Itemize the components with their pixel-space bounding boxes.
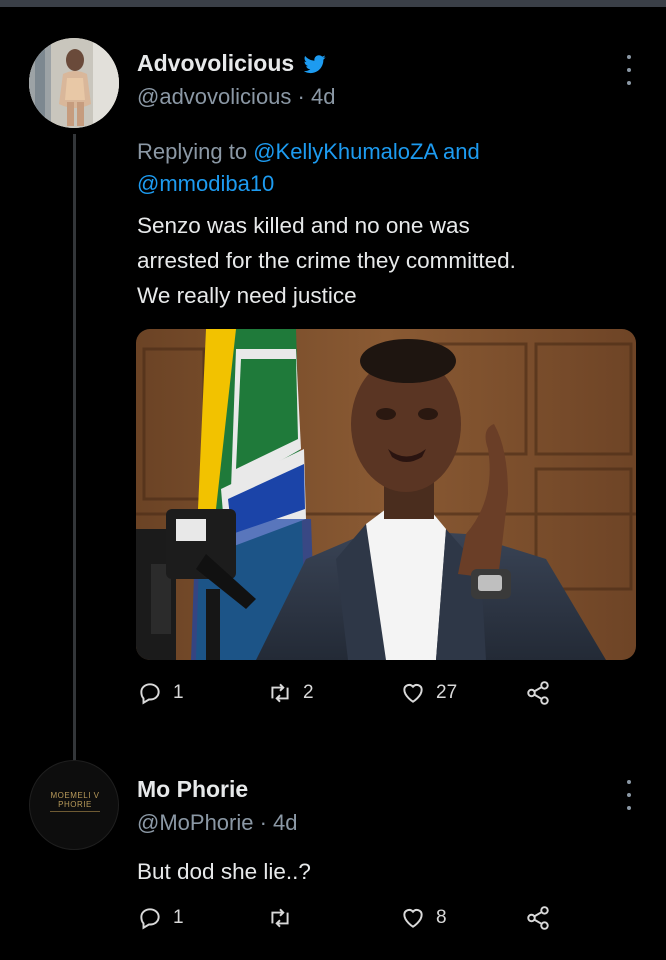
- avatar[interactable]: MOEMELI V PHORIE: [29, 760, 119, 850]
- retweet-count: 2: [303, 682, 314, 703]
- author-name[interactable]: Mo Phorie: [137, 776, 248, 803]
- tweet-text-line: Senzo was killed and no one was: [137, 213, 470, 238]
- more-icon[interactable]: [625, 55, 633, 85]
- tweet-text-line: We really need justice: [137, 283, 357, 308]
- more-icon[interactable]: [625, 780, 633, 810]
- reply-icon: [140, 908, 160, 930]
- share-button[interactable]: [525, 905, 551, 931]
- retweet-button[interactable]: 2: [267, 680, 314, 706]
- tweet-text-line: arrested for the crime they committed.: [137, 248, 516, 273]
- tweet-mophorie[interactable]: MOEMELI V PHORIE Mo Phorie @MoPhorie · 4d…: [0, 760, 666, 960]
- thread-line: [73, 134, 76, 760]
- tweet-text-line: But dod she lie..?: [137, 859, 311, 884]
- avatar-divider: [50, 811, 100, 812]
- author-row: Advovolicious: [137, 50, 326, 77]
- tweet-actions: 1 2 27: [137, 680, 597, 714]
- tweet-advovolicious[interactable]: Advovolicious @advovolicious · 4d Replyi…: [0, 0, 666, 760]
- tweet-text: But dod she lie..?: [137, 854, 637, 889]
- like-button[interactable]: 8: [400, 905, 447, 931]
- mention-link[interactable]: @mmodiba10: [137, 171, 274, 196]
- avatar[interactable]: [29, 38, 119, 128]
- share-button[interactable]: [525, 680, 551, 706]
- replying-to-label: Replying to: [137, 139, 254, 164]
- like-icon: [403, 683, 423, 703]
- tweet-actions: 1 8: [137, 905, 597, 939]
- like-count: 27: [436, 682, 458, 703]
- share-icon: [527, 906, 549, 930]
- reply-button[interactable]: 1: [137, 905, 184, 931]
- mention-link[interactable]: @KellyKhumaloZA: [253, 139, 437, 164]
- like-icon: [403, 908, 423, 928]
- replying-to: Replying to @KellyKhumaloZA and @mmodiba…: [137, 136, 617, 200]
- like-button[interactable]: 27: [400, 680, 457, 706]
- reply-button[interactable]: 1: [137, 680, 184, 706]
- like-count: 8: [436, 907, 447, 928]
- author-row: Mo Phorie: [137, 776, 248, 803]
- tweet-image[interactable]: [136, 329, 636, 660]
- tweet-text: Senzo was killed and no one was arrested…: [137, 208, 637, 313]
- author-handle[interactable]: @advovolicious · 4d: [137, 84, 335, 110]
- author-handle[interactable]: @MoPhorie · 4d: [137, 810, 298, 836]
- retweet-button[interactable]: [267, 905, 303, 931]
- and-link[interactable]: and: [437, 139, 480, 164]
- retweet-icon: [271, 908, 289, 928]
- reply-count: 1: [173, 907, 184, 928]
- reply-icon: [140, 683, 160, 705]
- avatar-logo-text: MOEMELI V PHORIE: [50, 791, 100, 809]
- twitter-bird-icon: [304, 54, 326, 73]
- share-icon: [527, 681, 549, 705]
- retweet-icon: [271, 683, 289, 703]
- author-name[interactable]: Advovolicious: [137, 50, 294, 77]
- reply-count: 1: [173, 682, 184, 703]
